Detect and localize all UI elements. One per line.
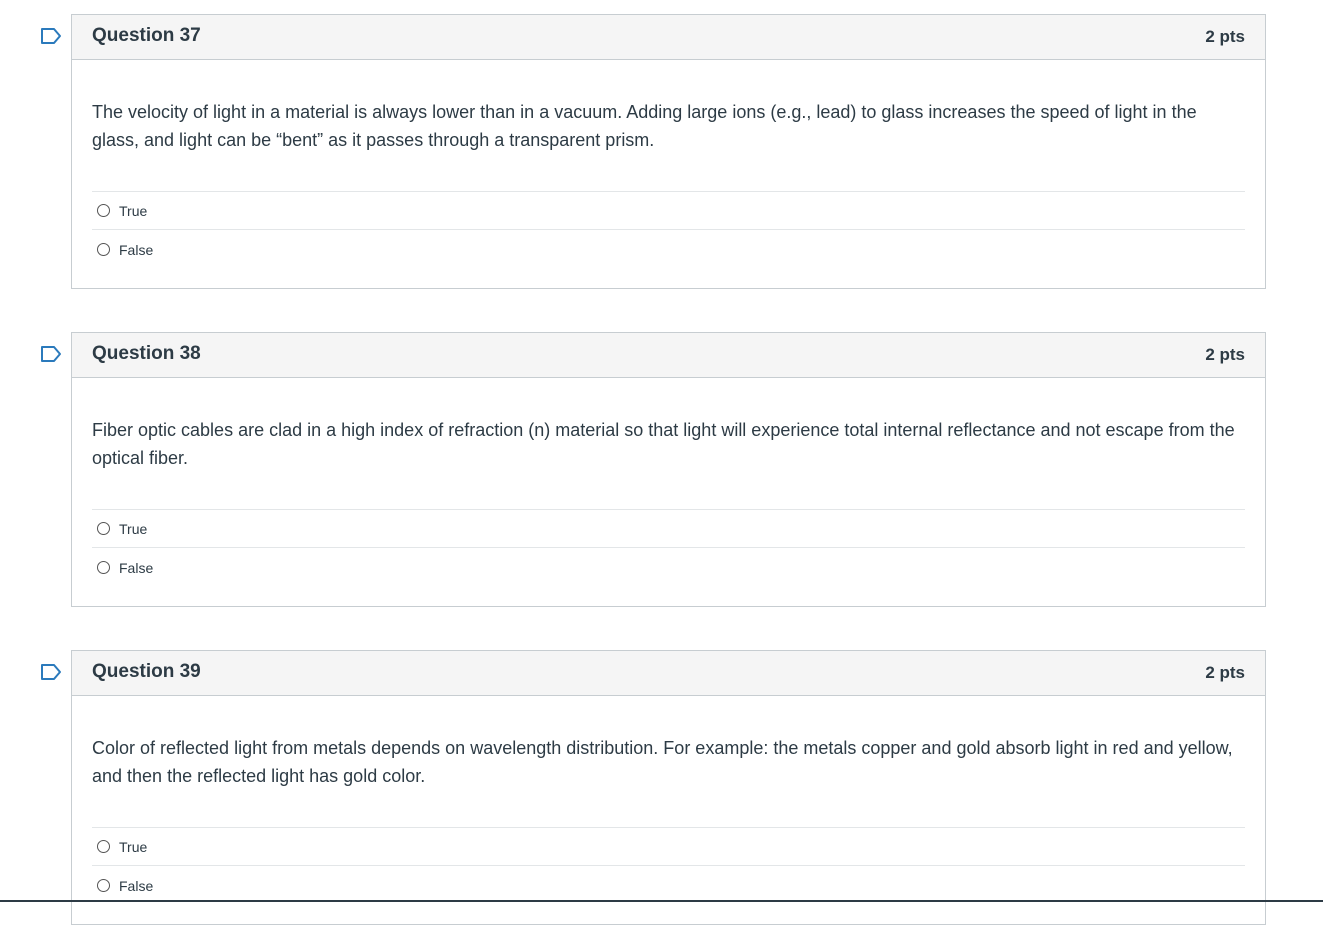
radio-button[interactable] bbox=[97, 879, 110, 892]
question-body: The velocity of light in a material is a… bbox=[72, 60, 1265, 288]
question-title: Question 37 bbox=[92, 25, 201, 46]
question-body: Color of reflected light from metals dep… bbox=[72, 696, 1265, 924]
answer-label: False bbox=[119, 877, 154, 894]
question-text: Fiber optic cables are clad in a high in… bbox=[92, 420, 1235, 468]
answer-list: True False bbox=[92, 509, 1245, 587]
answer-label: True bbox=[119, 520, 148, 537]
question-title: Question 38 bbox=[92, 343, 201, 364]
flag-question-icon[interactable] bbox=[40, 345, 62, 363]
flag-question-icon[interactable] bbox=[40, 27, 62, 45]
answer-option-true[interactable]: True bbox=[92, 510, 1245, 548]
radio-button[interactable] bbox=[97, 204, 110, 217]
answer-label: True bbox=[119, 202, 148, 219]
answer-option-true[interactable]: True bbox=[92, 828, 1245, 866]
question-header: Question 39 2 pts bbox=[72, 651, 1265, 696]
question-text: Color of reflected light from metals dep… bbox=[92, 738, 1233, 786]
question-card: Question 37 2 pts The velocity of light … bbox=[71, 14, 1266, 289]
radio-button[interactable] bbox=[97, 522, 110, 535]
answer-label: False bbox=[119, 559, 154, 576]
radio-button[interactable] bbox=[97, 561, 110, 574]
question-points: 2 pts bbox=[1205, 27, 1245, 46]
question-points: 2 pts bbox=[1205, 663, 1245, 682]
question-text: The velocity of light in a material is a… bbox=[92, 102, 1197, 150]
question-body: Fiber optic cables are clad in a high in… bbox=[72, 378, 1265, 606]
answer-list: True False bbox=[92, 827, 1245, 905]
radio-button[interactable] bbox=[97, 243, 110, 256]
question-points: 2 pts bbox=[1205, 345, 1245, 364]
question-card: Question 38 2 pts Fiber optic cables are… bbox=[71, 332, 1266, 607]
radio-button[interactable] bbox=[97, 840, 110, 853]
question-header: Question 37 2 pts bbox=[72, 15, 1265, 60]
flag-question-icon[interactable] bbox=[40, 663, 62, 681]
answer-list: True False bbox=[92, 191, 1245, 269]
answer-label: False bbox=[119, 241, 154, 258]
answer-option-false[interactable]: False bbox=[92, 548, 1245, 587]
answer-option-true[interactable]: True bbox=[92, 192, 1245, 230]
question-card: Question 39 2 pts Color of reflected lig… bbox=[71, 650, 1266, 925]
question-title: Question 39 bbox=[92, 661, 201, 682]
question-header: Question 38 2 pts bbox=[72, 333, 1265, 378]
answer-option-false[interactable]: False bbox=[92, 230, 1245, 269]
answer-label: True bbox=[119, 838, 148, 855]
